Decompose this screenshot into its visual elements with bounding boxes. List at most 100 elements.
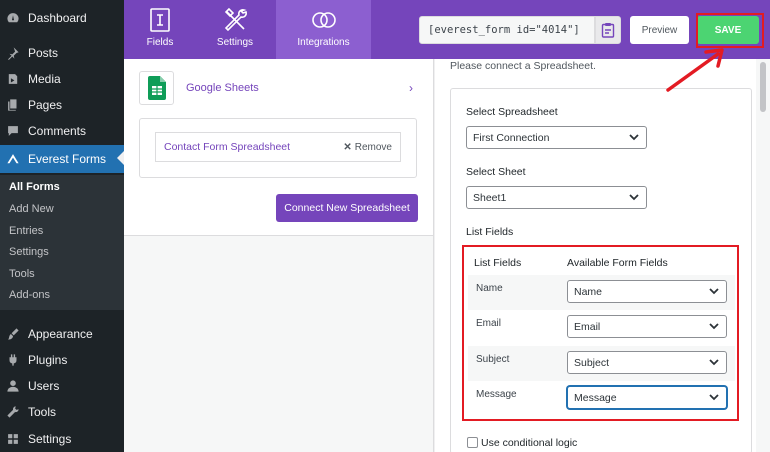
tab-integrations[interactable]: Integrations xyxy=(276,0,371,59)
table-header-list-fields: List Fields xyxy=(474,257,522,269)
submenu-tools[interactable]: Tools xyxy=(9,268,35,280)
chevron-down-icon xyxy=(629,132,639,142)
chevron-down-icon xyxy=(629,192,639,202)
brush-icon xyxy=(6,327,20,341)
plug-icon xyxy=(6,353,20,367)
sidebar-item-label: Users xyxy=(28,379,60,393)
sidebar-item-dashboard[interactable]: Dashboard xyxy=(0,5,124,31)
sidebar-item-label: Pages xyxy=(28,98,63,112)
save-button[interactable]: SAVE xyxy=(697,16,759,44)
spreadsheet-select[interactable]: First Connection xyxy=(466,126,647,149)
integration-list-panel: Google Sheets › Contact Form Spreadsheet… xyxy=(124,59,434,452)
connection-name-link[interactable]: Contact Form Spreadsheet xyxy=(164,141,290,153)
sidebar-item-label: Appearance xyxy=(28,327,93,341)
connect-new-spreadsheet-button[interactable]: Connect New Spreadsheet xyxy=(276,194,418,222)
sheet-select-value: Sheet1 xyxy=(473,191,507,204)
field-select-email[interactable]: Email xyxy=(567,315,727,338)
sidebar-item-pages[interactable]: Pages xyxy=(0,92,124,118)
submenu-add-ons[interactable]: Add-ons xyxy=(9,289,50,301)
close-icon: ✕ xyxy=(343,141,352,153)
list-fields-label: List Fields xyxy=(466,226,514,238)
chevron-down-icon xyxy=(709,286,719,296)
field-select-name[interactable]: Name xyxy=(567,280,727,303)
tab-integrations-label: Integrations xyxy=(297,37,350,48)
field-select-value: Name xyxy=(574,285,603,298)
pin-icon xyxy=(6,46,20,60)
remove-connection-button[interactable]: ✕ Remove xyxy=(343,142,392,153)
remove-label: Remove xyxy=(354,141,392,153)
sidebar-item-tools[interactable]: Tools xyxy=(0,399,124,425)
clipboard-icon xyxy=(601,23,615,38)
submenu-add-new[interactable]: Add New xyxy=(9,203,54,215)
scrollbar-thumb[interactable] xyxy=(760,62,766,112)
chevron-down-icon xyxy=(709,321,719,331)
conditional-logic-label: Use conditional logic xyxy=(481,437,578,449)
sidebar-item-comments[interactable]: Comments xyxy=(0,118,124,144)
google-sheets-section: Google Sheets › Contact Form Spreadsheet… xyxy=(124,59,433,236)
tab-settings-label: Settings xyxy=(216,37,254,48)
field-select-value: Email xyxy=(574,320,601,333)
table-row: Message Message xyxy=(468,381,735,416)
tab-fields[interactable]: Fields xyxy=(124,0,196,59)
submenu-entries[interactable]: Entries xyxy=(9,225,43,237)
sidebar-item-label: Media xyxy=(28,72,61,86)
sidebar-item-label: Dashboard xyxy=(28,11,87,25)
field-select-value: Message xyxy=(574,391,617,404)
spreadsheet-select-value: First Connection xyxy=(473,131,550,144)
submenu-settings[interactable]: Settings xyxy=(9,246,49,258)
tab-settings[interactable]: Settings xyxy=(199,0,271,59)
sidebar-item-label: Posts xyxy=(28,46,59,60)
conditional-logic-checkbox[interactable] xyxy=(467,437,478,448)
sheet-select[interactable]: Sheet1 xyxy=(466,186,647,209)
sidebar-item-label: Settings xyxy=(28,432,72,446)
wrench-icon xyxy=(6,405,20,419)
select-sheet-label: Select Sheet xyxy=(466,166,526,178)
row-field-label: Name xyxy=(476,283,503,294)
scrollbar-track[interactable] xyxy=(756,59,770,452)
row-field-label: Message xyxy=(476,389,517,400)
connection-list: Contact Form Spreadsheet ✕ Remove xyxy=(139,118,417,178)
sidebar-item-label: Comments xyxy=(28,124,87,138)
row-field-label: Email xyxy=(476,318,502,329)
dashboard-icon xyxy=(6,11,20,25)
submenu-all-forms[interactable]: All Forms xyxy=(9,181,60,193)
sidebar-item-label: Everest Forms xyxy=(28,152,107,166)
everest-forms-submenu: All Forms Add New Entries Settings Tools… xyxy=(0,175,124,310)
sidebar-item-plugins[interactable]: Plugins xyxy=(0,347,124,373)
comment-icon xyxy=(6,124,20,138)
sidebar-item-label: Plugins xyxy=(28,353,68,367)
media-icon xyxy=(6,72,20,86)
select-spreadsheet-label: Select Spreadsheet xyxy=(466,106,558,118)
sidebar-item-label: Tools xyxy=(28,405,57,419)
chevron-right-icon: › xyxy=(409,81,413,95)
field-select-subject[interactable]: Subject xyxy=(567,351,727,374)
shortcode-field[interactable]: [everest_form id="4014"] xyxy=(419,16,595,44)
chevron-down-icon xyxy=(709,357,719,367)
row-field-label: Subject xyxy=(476,354,510,365)
sidebar-item-media[interactable]: Media xyxy=(0,66,124,92)
copy-shortcode-button[interactable] xyxy=(595,16,621,44)
connection-item: Contact Form Spreadsheet ✕ Remove xyxy=(155,132,401,162)
google-sheets-integration[interactable]: Google Sheets › xyxy=(139,71,417,105)
field-mapping-table: List Fields Available Form Fields Name N… xyxy=(464,247,736,419)
settings-icon xyxy=(6,432,20,446)
field-select-message[interactable]: Message xyxy=(567,386,727,409)
everest-forms-icon xyxy=(6,152,20,166)
integrations-icon xyxy=(311,12,336,28)
sidebar-item-everest-forms[interactable]: Everest Forms xyxy=(0,145,124,173)
field-select-value: Subject xyxy=(574,356,610,369)
table-header-available-fields: Available Form Fields xyxy=(567,257,668,269)
connect-message: Please connect a Spreadsheet. xyxy=(450,60,596,72)
table-row: Email Email xyxy=(468,310,735,345)
sidebar-item-users[interactable]: Users xyxy=(0,373,124,399)
sidebar-item-posts[interactable]: Posts xyxy=(0,40,124,66)
sidebar-item-appearance[interactable]: Appearance xyxy=(0,321,124,347)
table-row: Name Name xyxy=(468,275,735,310)
tab-fields-label: Fields xyxy=(146,37,174,48)
tools-icon xyxy=(224,7,247,32)
user-icon xyxy=(6,379,20,393)
google-sheets-logo-icon xyxy=(139,71,174,105)
sidebar-item-settings[interactable]: Settings xyxy=(0,426,124,452)
preview-button[interactable]: Preview xyxy=(630,16,689,44)
table-row: Subject Subject xyxy=(468,346,735,381)
